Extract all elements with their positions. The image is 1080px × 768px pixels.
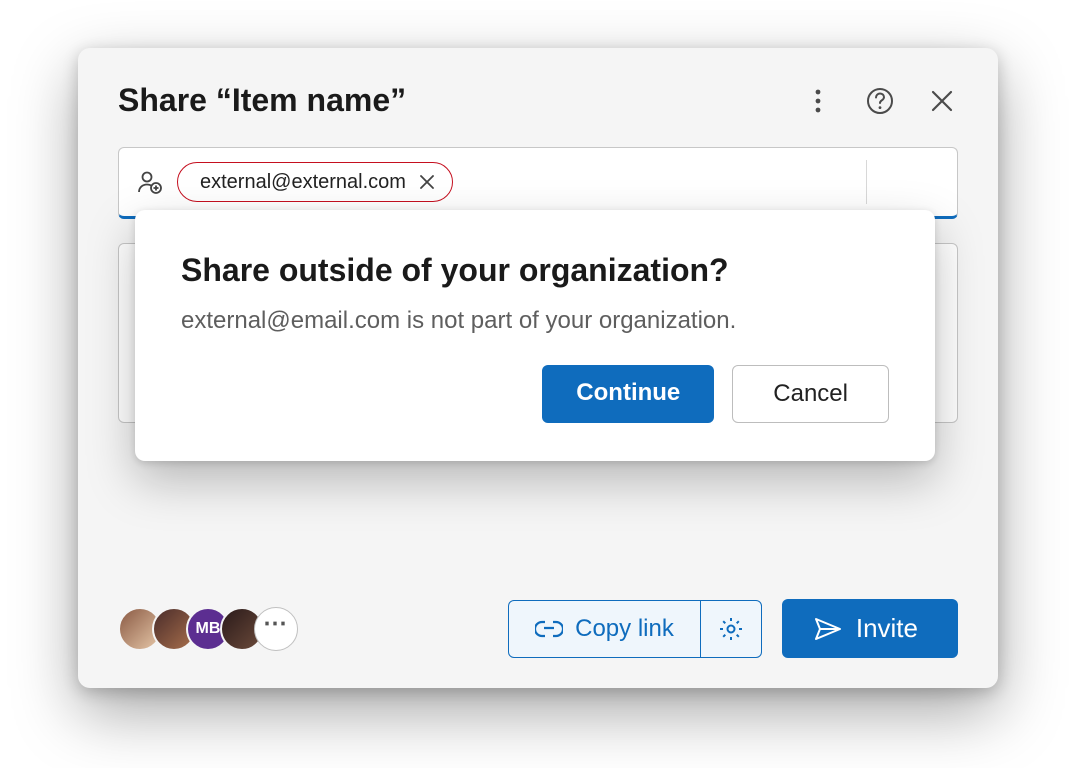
- close-icon: [931, 90, 953, 112]
- external-share-confirm-dialog: Share outside of your organization? exte…: [135, 210, 935, 461]
- copy-link-button[interactable]: Copy link: [509, 601, 701, 657]
- avatar-initials: MB: [196, 620, 221, 638]
- confirm-title: Share outside of your organization?: [181, 252, 889, 289]
- send-icon: [814, 617, 842, 641]
- recipient-input[interactable]: external@external.com: [118, 147, 958, 219]
- gear-icon: [718, 616, 744, 642]
- dialog-header-actions: [802, 85, 958, 117]
- person-add-icon: [137, 169, 163, 195]
- copy-link-group: Copy link: [508, 600, 762, 658]
- invite-button[interactable]: Invite: [782, 599, 958, 658]
- more-label: ⋯: [263, 609, 289, 638]
- help-icon: [866, 87, 894, 115]
- recipient-chip-label: external@external.com: [200, 171, 406, 194]
- dialog-header: Share “Item name”: [118, 82, 958, 119]
- dialog-footer: MB ⋯ Copy link Invite: [118, 599, 958, 658]
- shared-with-avatars[interactable]: MB ⋯: [118, 607, 298, 651]
- close-button[interactable]: [926, 85, 958, 117]
- more-vertical-icon: [815, 89, 821, 113]
- more-options-button[interactable]: [802, 85, 834, 117]
- copy-link-label: Copy link: [575, 615, 674, 643]
- dialog-title: Share “Item name”: [118, 82, 406, 119]
- link-icon: [535, 620, 563, 638]
- chip-remove-icon[interactable]: [420, 175, 434, 189]
- link-settings-button[interactable]: [701, 601, 761, 657]
- confirm-body: external@email.com is not part of your o…: [181, 307, 889, 335]
- help-button[interactable]: [864, 85, 896, 117]
- invite-label: Invite: [856, 613, 918, 644]
- continue-button[interactable]: Continue: [542, 365, 714, 423]
- footer-actions: Copy link Invite: [508, 599, 958, 658]
- field-divider: [866, 160, 867, 204]
- avatar-overflow[interactable]: ⋯: [254, 607, 298, 651]
- recipient-chip[interactable]: external@external.com: [177, 162, 453, 202]
- cancel-button[interactable]: Cancel: [732, 365, 889, 423]
- confirm-actions: Continue Cancel: [181, 365, 889, 423]
